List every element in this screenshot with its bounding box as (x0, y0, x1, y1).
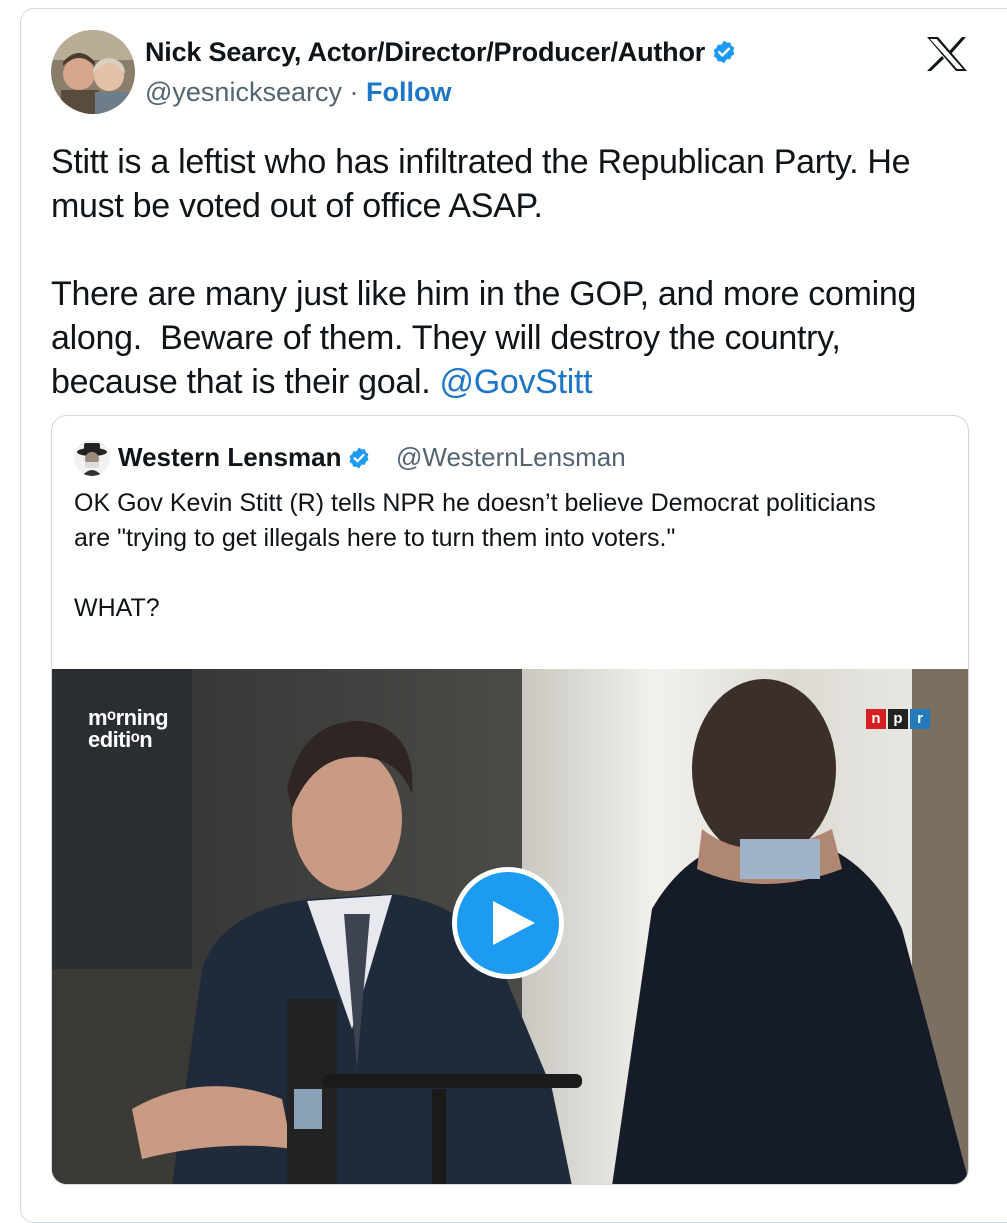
verified-badge-icon (347, 446, 371, 477)
quoted-author-name[interactable]: Western Lensman (118, 442, 371, 477)
verified-badge-icon (711, 39, 737, 72)
tweet-text: Stitt is a leftist who has infiltrated t… (51, 140, 981, 404)
quoted-author-handle[interactable]: @WesternLensman (396, 442, 626, 473)
video-player[interactable]: mᵒrning editiᵒn n p r (52, 669, 968, 1184)
quoted-tweet-text: OK Gov Kevin Stitt (R) tells NPR he does… (74, 489, 876, 622)
author-handle-row: @yesnicksearcy · Follow (145, 77, 451, 108)
author-name-text[interactable]: Nick Searcy, Actor/Director/Producer/Aut… (145, 37, 705, 67)
morning-edition-logo-line1: mᵒrning (88, 705, 169, 730)
handle-separator: · (341, 77, 366, 107)
play-icon (493, 901, 535, 945)
quoted-tweet-card[interactable]: Western Lensman @WesternLensman OK Gov K… (51, 415, 969, 1185)
author-name[interactable]: Nick Searcy, Actor/Director/Producer/Aut… (145, 37, 737, 72)
play-button[interactable] (452, 867, 564, 979)
morning-edition-logo-line2: editiᵒn (88, 727, 153, 752)
npr-logo-p: p (888, 709, 908, 729)
morning-edition-logo: mᵒrning editiᵒn (88, 705, 169, 752)
follow-button[interactable]: Follow (366, 77, 451, 107)
npr-logo-r: r (910, 709, 930, 729)
author-handle[interactable]: @yesnicksearcy (145, 77, 342, 107)
npr-logo-n: n (866, 709, 886, 729)
quoted-author-name-text[interactable]: Western Lensman (118, 442, 341, 472)
quoted-author-avatar[interactable] (74, 440, 110, 476)
author-avatar[interactable] (51, 30, 135, 114)
x-logo-icon[interactable] (926, 36, 968, 72)
npr-logo: n p r (866, 709, 930, 729)
mention-link[interactable]: @GovStitt (440, 363, 593, 401)
